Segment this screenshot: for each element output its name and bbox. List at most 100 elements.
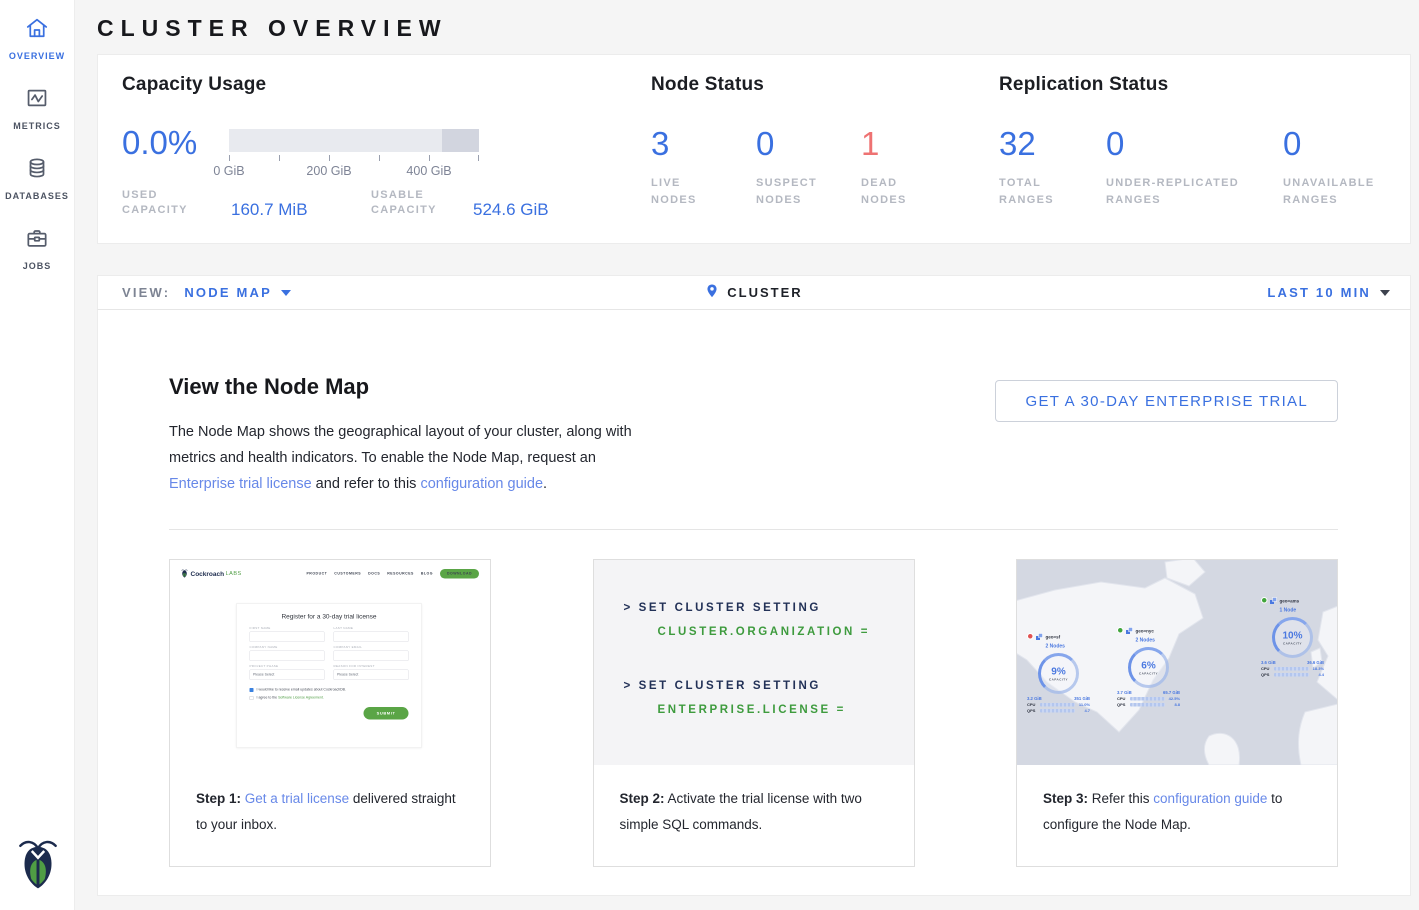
- node-status-title: Node Status: [651, 74, 966, 96]
- select-input: Please Select: [250, 670, 325, 681]
- capacity-gauge-tick-labels: 0 GiB 200 GiB 400 GiB: [229, 164, 479, 179]
- configuration-guide-link[interactable]: configuration guide: [1153, 791, 1267, 806]
- nav-product: PRODUCT: [306, 572, 327, 576]
- live-nodes-stat: 3 LIVE NODES: [651, 127, 756, 209]
- node-status-dot-red: [1027, 633, 1034, 640]
- dead-nodes-value: 1: [861, 127, 966, 161]
- download-button: DOWNLOAD: [440, 569, 479, 579]
- sidebar-item-databases[interactable]: DATABASES: [0, 140, 74, 210]
- field-label: REASON FOR INTEREST: [334, 665, 409, 668]
- cpu-bar: [1274, 667, 1309, 671]
- field-label: COMPANY EMAIL: [334, 646, 409, 649]
- node-cube-icon: [1270, 597, 1278, 608]
- capacity-gauge: 0 GiB 200 GiB 400 GiB: [229, 129, 479, 179]
- capacity-percent: 9%: [1051, 666, 1065, 678]
- page-title: CLUSTER OVERVIEW: [97, 0, 1411, 54]
- description-text: The Node Map shows the geographical layo…: [169, 424, 632, 466]
- capacity-gauge-bar: [229, 129, 479, 152]
- step-2-sql-illustration: > SET CLUSTER SETTING CLUSTER.ORGANIZATI…: [594, 560, 914, 765]
- steps-row: Cockroach LABS PRODUCT CUSTOMERS DOCS RE…: [169, 559, 1338, 867]
- sidebar-item-label: METRICS: [0, 121, 74, 131]
- node-cube-icon: [1036, 633, 1044, 644]
- sidebar-item-overview[interactable]: OVERVIEW: [0, 0, 74, 70]
- step-1-card: Cockroach LABS PRODUCT CUSTOMERS DOCS RE…: [169, 559, 491, 867]
- locality-name: geo=nyc: [1136, 629, 1154, 634]
- field-label: COMPANY NAME: [250, 646, 325, 649]
- capacity-label: CAPACITY: [1049, 678, 1068, 681]
- sidebar-item-jobs[interactable]: JOBS: [0, 210, 74, 280]
- nav-resources: RESOURCES: [387, 572, 414, 576]
- scope-breadcrumb: CLUSTER: [98, 283, 1410, 303]
- cockroach-labs-wordmark: Cockroach LABS: [181, 569, 242, 578]
- step-3-node-map-preview: geo=sf 2 Nodes 9% CAPACITY 3.2 GiB 351 G…: [1017, 560, 1337, 765]
- sidebar-item-label: DATABASES: [0, 191, 74, 201]
- capacity-ring-gauge: 9% CAPACITY: [1038, 653, 1079, 694]
- capacity-usage-section: Capacity Usage 0.0% 0 GiB 200 GiB 400 Gi…: [122, 74, 549, 218]
- capacity-percent: 6%: [1141, 660, 1155, 672]
- trial-registration-form: Register for a 30-day trial license FIRS…: [236, 603, 422, 748]
- qps-bar: [1040, 709, 1075, 713]
- suspect-nodes-stat: 0 SUSPECT NODES: [756, 127, 861, 209]
- live-nodes-value: 3: [651, 127, 756, 161]
- locality-node-count: 2 Nodes: [1136, 638, 1155, 644]
- capacity-label: CAPACITY: [1283, 642, 1302, 645]
- suspect-nodes-value: 0: [756, 127, 861, 161]
- unavailable-ranges-stat: 0 UNAVAILABLE RANGES: [1283, 127, 1375, 209]
- form-title: Register for a 30-day trial license: [250, 613, 409, 621]
- usable-capacity-value: 524.6 GiB: [473, 201, 549, 218]
- capacity-ring-gauge: 10% CAPACITY: [1272, 617, 1313, 658]
- nav-blog: BLOG: [421, 572, 433, 576]
- step-2-card: > SET CLUSTER SETTING CLUSTER.ORGANIZATI…: [593, 559, 915, 867]
- configuration-guide-link[interactable]: configuration guide: [420, 476, 543, 492]
- tick-label: 0 GiB: [213, 164, 244, 178]
- checkbox-unchecked: [250, 696, 254, 700]
- brand-text: Cockroach: [191, 570, 225, 578]
- capacity-usage-title: Capacity Usage: [122, 74, 549, 96]
- locality-name: geo=ams: [1280, 599, 1300, 604]
- databases-icon: [24, 155, 50, 186]
- field-label: FIRST NAME: [250, 627, 325, 630]
- under-replicated-ranges-value: 0: [1106, 127, 1283, 161]
- home-icon: [24, 15, 50, 46]
- node-cube-icon: [1126, 627, 1134, 638]
- used-capacity: 3.6 GiB: [1261, 660, 1276, 665]
- qps-bar: [1274, 673, 1309, 677]
- field-label: LAST NAME: [334, 627, 409, 630]
- replication-status-section: Replication Status 32 TOTAL RANGES 0 UND…: [999, 74, 1375, 209]
- capacity-percent: 10%: [1282, 630, 1302, 642]
- checkbox-label: I would like to receive email updates ab…: [257, 688, 346, 692]
- scope-label: CLUSTER: [727, 285, 802, 300]
- cockroachdb-logo: [0, 837, 75, 896]
- unavailable-ranges-label: UNAVAILABLE RANGES: [1283, 175, 1375, 209]
- map-pin-icon: [705, 283, 719, 303]
- capacity-ring-gauge: 6% CAPACITY: [1128, 647, 1169, 688]
- used-capacity-value: 160.7 MiB: [231, 201, 371, 218]
- total-capacity: 65.7 GiB: [1163, 690, 1180, 695]
- step-3-caption: Step 3: Refer this configuration guide t…: [1017, 765, 1337, 838]
- get-trial-license-link[interactable]: Get a trial license: [245, 791, 349, 806]
- total-ranges-label: TOTAL RANGES: [999, 175, 1106, 209]
- cpu-bar: [1040, 703, 1075, 707]
- cluster-summary-card: Capacity Usage 0.0% 0 GiB 200 GiB 400 Gi…: [97, 54, 1411, 244]
- text-input: [250, 632, 325, 643]
- description-text: .: [543, 476, 547, 492]
- main-content: CLUSTER OVERVIEW Capacity Usage 0.0% 0 G…: [75, 0, 1419, 910]
- sql-command: > SET CLUSTER SETTING: [624, 602, 821, 614]
- locality-nyc: geo=nyc 2 Nodes 6% CAPACITY 3.7 GiB 65.7…: [1117, 626, 1247, 707]
- node-status-dot-green: [1117, 627, 1124, 634]
- total-capacity: 351 GiB: [1074, 696, 1090, 701]
- step-label: Step 1:: [196, 791, 241, 806]
- enterprise-trial-license-link[interactable]: Enterprise trial license: [169, 476, 312, 492]
- locality-node-count: 2 Nodes: [1046, 644, 1065, 650]
- sidebar: OVERVIEW METRICS DATABASES: [0, 0, 75, 910]
- cpu-bar: [1130, 697, 1165, 701]
- tick-label: 200 GiB: [306, 164, 351, 178]
- total-capacity: 36.6 GiB: [1307, 660, 1324, 665]
- checkbox-label: I agree to the Software License Agreemen…: [257, 696, 324, 700]
- select-input: Please Select: [334, 670, 409, 681]
- enterprise-trial-button[interactable]: GET A 30-DAY ENTERPRISE TRIAL: [995, 380, 1338, 422]
- nav-customers: CUSTOMERS: [334, 572, 361, 576]
- sidebar-item-metrics[interactable]: METRICS: [0, 70, 74, 140]
- locality-node-count: 1 Node: [1280, 608, 1297, 614]
- step-2-caption: Step 2: Activate the trial license with …: [594, 765, 914, 838]
